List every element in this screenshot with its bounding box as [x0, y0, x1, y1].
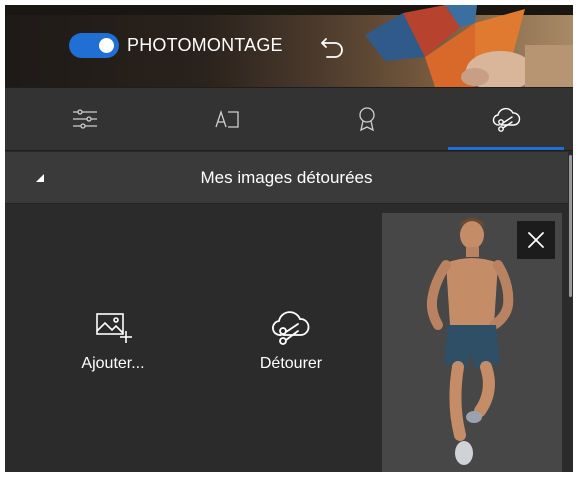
close-icon	[528, 232, 544, 248]
undo-button[interactable]	[319, 33, 347, 61]
section-header-my-cutouts[interactable]: Mes images détourées	[5, 152, 568, 204]
tab-adjustments[interactable]	[25, 88, 145, 150]
photo-app-panel: PHOTOMONTAGE Mes images détourées Ajoute…	[5, 5, 573, 472]
sliders-icon	[73, 109, 97, 129]
photomontage-toggle[interactable]	[69, 33, 119, 58]
remove-cutout-button[interactable]	[517, 221, 555, 259]
toggle-knob	[99, 38, 114, 53]
cutout-label: Détourer	[259, 355, 323, 372]
badge-icon	[359, 107, 375, 132]
text-frame-icon	[215, 109, 239, 128]
add-image-label: Ajouter...	[81, 355, 145, 372]
tab-cutout[interactable]	[447, 88, 567, 150]
cutout-button[interactable]: Détourer	[231, 307, 351, 397]
section-title: Mes images détourées	[200, 168, 373, 187]
tab-text[interactable]	[167, 88, 287, 150]
undo-icon	[321, 38, 343, 58]
add-image-button[interactable]: Ajouter...	[53, 307, 173, 397]
header-banner: PHOTOMONTAGE	[5, 5, 573, 87]
tab-badges[interactable]	[307, 88, 427, 150]
cutout-cloud-scissors-icon	[492, 107, 521, 132]
cutout-images-grid: Ajouter... Détourer	[5, 205, 568, 472]
add-image-icon	[96, 313, 132, 343]
active-tab-indicator	[448, 147, 564, 150]
cutout-cloud-scissors-icon	[272, 311, 310, 345]
scrollbar-thumb[interactable]	[569, 155, 572, 297]
tab-bar	[5, 87, 573, 151]
mode-title: PHOTOMONTAGE	[127, 35, 283, 55]
